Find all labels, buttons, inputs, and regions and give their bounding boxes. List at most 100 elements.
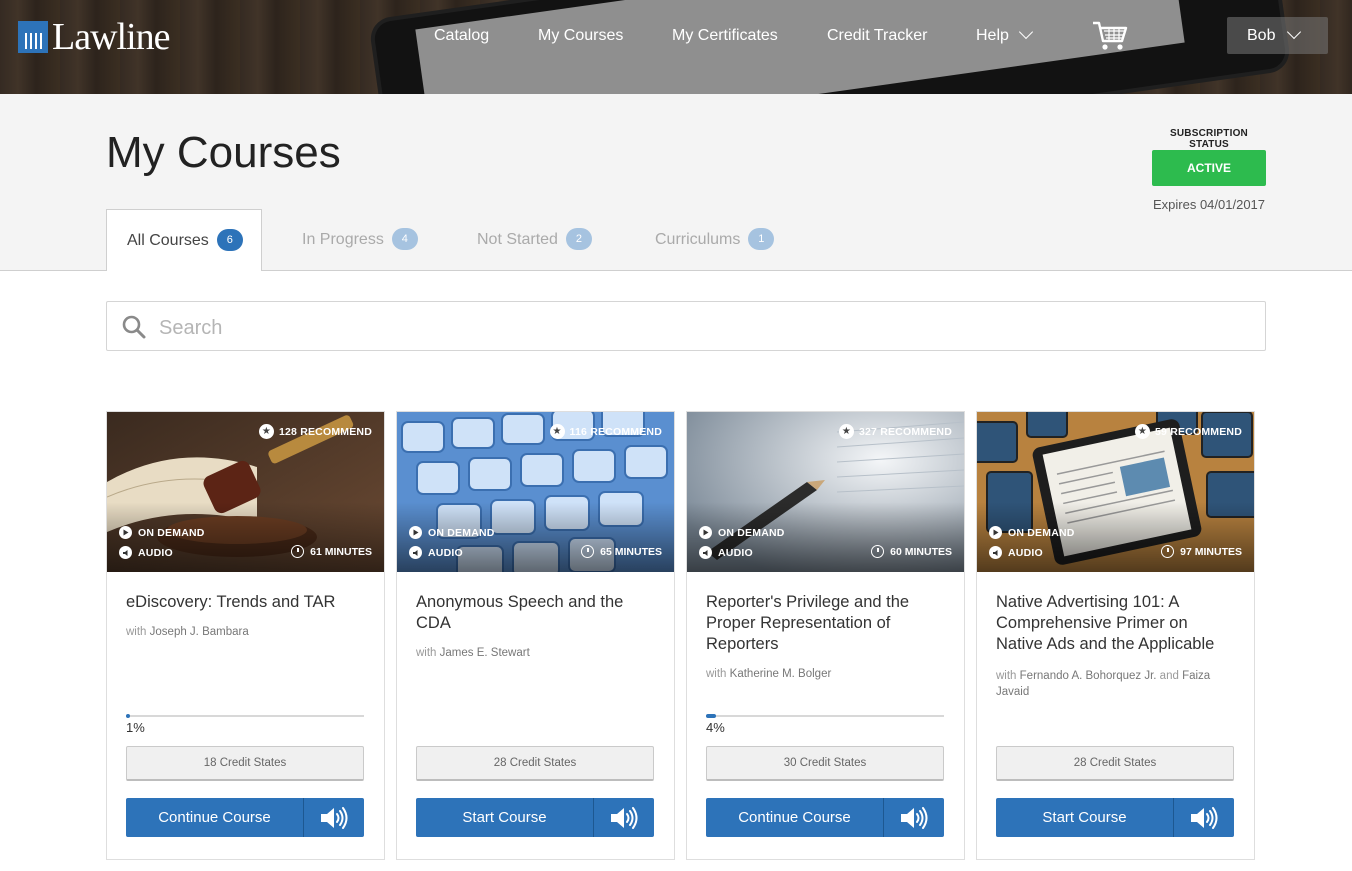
duration-label: 97 MINUTES xyxy=(1180,545,1242,558)
duration-label: 65 MINUTES xyxy=(600,545,662,558)
subscription-status-label: SUBSCRIPTION STATUS xyxy=(1170,128,1248,150)
recommend-count: ★ 327 RECOMMEND xyxy=(838,424,952,439)
clock-icon xyxy=(1161,545,1175,558)
user-menu-button[interactable]: Bob xyxy=(1227,17,1328,54)
progress-bar xyxy=(706,714,944,718)
instructor-name: James E. Stewart xyxy=(439,647,530,659)
duration-label: 61 MINUTES xyxy=(310,545,372,558)
course-action-group: Continue Course xyxy=(706,798,944,837)
star-icon: ★ xyxy=(258,424,274,439)
nav-my-certificates[interactable]: My Certificates xyxy=(672,24,778,48)
format-label: ON DEMAND xyxy=(138,526,205,539)
recommend-count: ★ 59 RECOMMEND xyxy=(1135,424,1242,439)
tab-in-progress[interactable]: In Progress 4 xyxy=(302,209,418,270)
play-icon xyxy=(119,526,132,539)
on-demand-label: ON DEMAND xyxy=(989,526,1075,539)
star-icon: ★ xyxy=(1135,424,1150,439)
speaker-icon xyxy=(611,806,638,829)
clock-icon xyxy=(871,545,885,558)
credit-states-button[interactable]: 28 Credit States xyxy=(996,746,1234,781)
format-label: ON DEMAND xyxy=(428,526,495,539)
course-thumbnail[interactable]: ★ 128 RECOMMEND ON DEMAND AUDIO 61 MINUT… xyxy=(107,412,384,572)
on-demand-label: ON DEMAND xyxy=(699,526,785,539)
credit-states-button[interactable]: 28 Credit States xyxy=(416,746,654,781)
media-label: AUDIO xyxy=(1008,546,1043,559)
media-label: AUDIO xyxy=(428,546,463,559)
course-instructor: with Joseph J. Bambara xyxy=(126,624,366,640)
course-title[interactable]: Native Advertising 101: A Comprehensive … xyxy=(996,592,1236,655)
course-thumbnail[interactable]: ★ 59 RECOMMEND ON DEMAND AUDIO 97 MINUTE… xyxy=(977,412,1254,572)
tab-count-badge: 2 xyxy=(565,227,592,250)
nav-my-courses[interactable]: My Courses xyxy=(538,24,623,48)
tab-label: All Courses xyxy=(127,232,209,249)
audio-label: AUDIO xyxy=(119,546,173,559)
tab-curriculums[interactable]: Curriculums 1 xyxy=(655,209,775,270)
cart-icon[interactable] xyxy=(1092,20,1128,52)
top-navigation-bar: Lawline Catalog My Courses My Certificat… xyxy=(0,0,1352,94)
star-icon: ★ xyxy=(838,424,854,439)
clock-icon xyxy=(291,545,305,558)
tab-label: Curriculums xyxy=(655,231,741,248)
and-label: and xyxy=(1159,670,1179,682)
chevron-down-icon xyxy=(1018,24,1033,40)
duration-label: 60 MINUTES xyxy=(890,545,952,558)
on-demand-label: ON DEMAND xyxy=(409,526,495,539)
nav-credit-tracker[interactable]: Credit Tracker xyxy=(827,24,927,48)
play-icon xyxy=(989,526,1002,539)
course-card[interactable]: ★ 59 RECOMMEND ON DEMAND AUDIO 97 MINUTE… xyxy=(976,411,1255,860)
nav-help[interactable]: Help xyxy=(976,24,1033,48)
course-thumbnail[interactable]: ★ 327 RECOMMEND ON DEMAND AUDIO 60 MINUT… xyxy=(687,412,964,572)
subscription-expiry: Expires 04/01/2017 xyxy=(1152,197,1266,212)
duration: 61 MINUTES xyxy=(291,545,372,558)
tab-all-courses[interactable]: All Courses 6 xyxy=(106,209,262,271)
course-card[interactable]: ★ 116 RECOMMEND ON DEMAND AUDIO 65 MINUT… xyxy=(396,411,675,860)
course-card[interactable]: ★ 128 RECOMMEND ON DEMAND AUDIO 61 MINUT… xyxy=(106,411,385,860)
tab-not-started[interactable]: Not Started 2 xyxy=(477,209,592,270)
credit-states-button[interactable]: 30 Credit States xyxy=(706,746,944,781)
course-action-group: Start Course xyxy=(416,798,654,837)
progress-fill xyxy=(126,714,130,718)
continue-course-button[interactable]: Continue Course xyxy=(706,798,884,837)
start-course-button[interactable]: Start Course xyxy=(996,798,1174,837)
star-icon: ★ xyxy=(549,424,565,439)
nav-catalog[interactable]: Catalog xyxy=(434,24,489,48)
course-action-group: Continue Course xyxy=(126,798,364,837)
recommend-label: 116 RECOMMEND xyxy=(569,425,662,438)
course-instructor: with James E. Stewart xyxy=(416,645,656,661)
on-demand-label: ON DEMAND xyxy=(119,526,205,539)
course-card[interactable]: ★ 327 RECOMMEND ON DEMAND AUDIO 60 MINUT… xyxy=(686,411,965,860)
speaker-icon xyxy=(1191,806,1218,829)
speaker-icon xyxy=(989,546,1002,559)
audio-label: AUDIO xyxy=(989,546,1043,559)
audio-button[interactable] xyxy=(1174,798,1234,837)
duration: 65 MINUTES xyxy=(581,545,662,558)
speaker-icon xyxy=(409,546,422,559)
course-instructor: with Katherine M. Bolger xyxy=(706,666,946,682)
credit-states-button[interactable]: 18 Credit States xyxy=(126,746,364,781)
audio-button[interactable] xyxy=(594,798,654,837)
duration: 60 MINUTES xyxy=(871,545,952,558)
course-title[interactable]: Reporter's Privilege and the Proper Repr… xyxy=(706,592,946,655)
tab-count-badge: 6 xyxy=(216,228,243,251)
progress-bar xyxy=(126,714,364,718)
with-label: with xyxy=(996,670,1017,682)
course-thumbnail[interactable]: ★ 116 RECOMMEND ON DEMAND AUDIO 65 MINUT… xyxy=(397,412,674,572)
start-course-button[interactable]: Start Course xyxy=(416,798,594,837)
format-label: ON DEMAND xyxy=(1008,526,1075,539)
course-title[interactable]: Anonymous Speech and the CDA xyxy=(416,592,656,634)
audio-button[interactable] xyxy=(884,798,944,837)
recommend-count: ★ 116 RECOMMEND xyxy=(549,424,662,439)
audio-button[interactable] xyxy=(304,798,364,837)
audio-label: AUDIO xyxy=(409,546,463,559)
recommend-label: 59 RECOMMEND xyxy=(1155,425,1242,438)
speaker-icon xyxy=(901,806,928,829)
search-input[interactable] xyxy=(157,310,1251,346)
continue-course-button[interactable]: Continue Course xyxy=(126,798,304,837)
tab-count-badge: 1 xyxy=(748,227,775,250)
play-icon xyxy=(699,526,712,539)
instructor-name: Fernando A. Bohorquez Jr. xyxy=(1019,670,1157,682)
course-instructor: with Fernando A. Bohorquez Jr. and Faiza… xyxy=(996,668,1236,700)
course-title[interactable]: eDiscovery: Trends and TAR xyxy=(126,592,366,613)
subscription-status-badge[interactable]: ACTIVE xyxy=(1152,150,1266,186)
instructor-name: Joseph J. Bambara xyxy=(149,626,249,638)
